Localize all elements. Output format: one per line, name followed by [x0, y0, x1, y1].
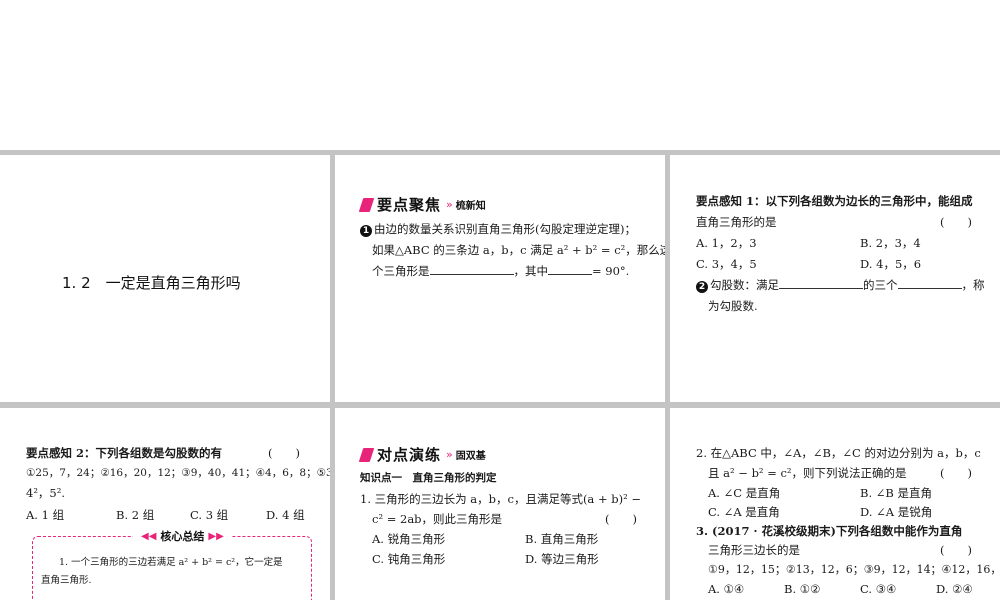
- key-points-header: 要点聚焦 » 梳新知: [358, 194, 486, 215]
- answer-paren[interactable]: ( ): [940, 543, 972, 557]
- core-line: 直角三角形.: [41, 575, 92, 586]
- question-line: 且 a² − b² = c²，则下列说法正确的是: [708, 466, 907, 480]
- question-line: ①9，12，15；②13，12，6；③9，12，14；④12，16，20.: [708, 563, 1000, 576]
- item1-line2: 如果△ABC 的三条边 a，b，c 满足 a² + b² = c²，那么这: [372, 243, 665, 257]
- answer-paren[interactable]: ( ): [268, 446, 300, 460]
- option-d: D. 4 组: [266, 508, 305, 522]
- header-marker-icon: [358, 447, 375, 462]
- option-b: B. 2 组: [116, 508, 155, 522]
- option-c: C. 钝角三角形: [372, 552, 446, 566]
- answer-blank[interactable]: [429, 265, 514, 275]
- question-line: 要点感知 1：以下列各组数为边长的三角形中，能组成: [696, 194, 973, 208]
- option-c: C. 3 组: [190, 508, 229, 522]
- core-summary-title: ◀◀ 核心总结 ▶▶: [133, 528, 232, 544]
- option-c: C. ∠A 是直角: [708, 505, 780, 519]
- question-line: 要点感知 2：下列各组数是勾股数的有: [26, 446, 223, 460]
- option-c: C. ③④: [860, 582, 897, 596]
- panel-practice: 对点演练 » 固双基 知识点一 直角三角形的判定 1. 三角形的三边长为 a，b…: [335, 408, 665, 600]
- item-number-badge: 1: [360, 225, 372, 237]
- item2-line1: 2 勾股数：满足 的三个 ，称: [696, 278, 985, 293]
- question-line: ①25，7，24；②16，20，12；③9，40，41；④4，6，8；⑤3²，: [26, 467, 330, 479]
- question-line: 1. 三角形的三边长为 a，b，c，且满足等式(a + b)² −: [360, 492, 641, 506]
- question-line: 3. (2017 · 花溪校级期末)下列各组数中能作为直角: [696, 524, 963, 538]
- option-d: D. 等边三角形: [525, 552, 599, 566]
- item1-line3: 个三角形是 ，其中 = 90°.: [372, 264, 630, 278]
- knowledge-point-title: 知识点一 直角三角形的判定: [360, 472, 497, 484]
- answer-blank[interactable]: [779, 279, 863, 289]
- header-title: 对点演练: [377, 446, 442, 464]
- practice-header: 对点演练 » 固双基: [358, 444, 486, 465]
- header-title: 要点聚焦: [377, 196, 442, 214]
- header-subtitle: 梳新知: [455, 201, 486, 212]
- question-line: 三角形三边长的是: [708, 543, 800, 557]
- option-b: B. ∠B 是直角: [860, 486, 933, 500]
- panel-key-points: 要点聚焦 » 梳新知 1 由边的数量关系识别直角三角形(勾股定理逆定理)； 如果△…: [335, 155, 665, 402]
- answer-paren[interactable]: ( ): [605, 512, 637, 526]
- option-b: B. ①②: [784, 582, 821, 596]
- panel-section-title: 1. 2 一定是直角三角形吗: [0, 155, 330, 402]
- answer-paren[interactable]: ( ): [940, 466, 972, 480]
- option-d: D. ②④: [936, 582, 973, 596]
- question-line: c² = 2ab，则此三角形是: [372, 512, 503, 526]
- core-line: 1. 一个三角形的三边若满足 a² + b² = c²，它一定是: [59, 557, 283, 568]
- option-a: A. 锐角三角形: [372, 532, 446, 546]
- core-summary-box: ◀◀ 核心总结 ▶▶ 1. 一个三角形的三边若满足 a² + b² = c²，它…: [32, 528, 312, 600]
- panel-key-perception-2: 要点感知 2：下列各组数是勾股数的有 ( ) ①25，7，24；②16，20，1…: [0, 408, 330, 600]
- option-d: D. ∠A 是锐角: [860, 505, 933, 519]
- double-arrow-icon: »: [446, 448, 453, 461]
- option-a: A. 1，2，3: [696, 236, 757, 250]
- double-arrow-icon: »: [446, 198, 453, 211]
- question-line: 直角三角形的是: [696, 215, 777, 229]
- option-a: A. ∠C 是直角: [708, 486, 781, 500]
- question-line: 2. 在△ABC 中，∠A，∠B，∠C 的对边分别为 a，b，c: [696, 446, 981, 460]
- option-b: B. 2，3，4: [860, 236, 921, 250]
- double-arrow-left-icon: ◀◀: [141, 530, 157, 542]
- answer-blank[interactable]: [897, 279, 962, 289]
- item1-line1: 1 由边的数量关系识别直角三角形(勾股定理逆定理)；: [360, 222, 636, 237]
- answer-paren[interactable]: ( ): [940, 215, 972, 229]
- option-a: A. 1 组: [26, 508, 65, 522]
- double-arrow-right-icon: ▶▶: [208, 530, 224, 542]
- header-marker-icon: [358, 197, 375, 212]
- header-subtitle: 固双基: [455, 451, 486, 462]
- question-line: 4²，5².: [26, 486, 66, 500]
- option-a: A. ①④: [708, 582, 745, 596]
- panel-key-perception-1: 要点感知 1：以下列各组数为边长的三角形中，能组成 直角三角形的是 ( ) A.…: [670, 155, 1000, 402]
- option-b: B. 直角三角形: [525, 532, 599, 546]
- panel-practice-continued: 2. 在△ABC 中，∠A，∠B，∠C 的对边分别为 a，b，c 且 a² − …: [670, 408, 1000, 600]
- item-number-badge: 2: [696, 281, 708, 293]
- answer-blank[interactable]: [548, 265, 592, 275]
- option-c: C. 3，4，5: [696, 257, 757, 271]
- section-title: 1. 2 一定是直角三角形吗: [62, 274, 241, 292]
- option-d: D. 4，5，6: [860, 257, 922, 271]
- item2-line2: 为勾股数.: [708, 299, 758, 313]
